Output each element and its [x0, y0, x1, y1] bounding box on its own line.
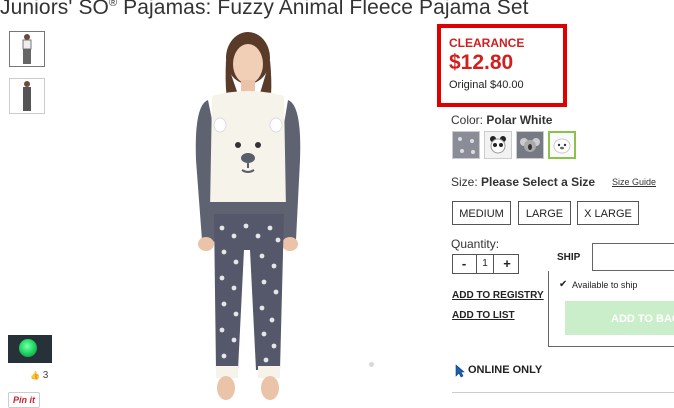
availability-text: Available to ship [572, 280, 638, 290]
swatch-gray-pattern[interactable] [452, 131, 480, 159]
status-light-icon [19, 339, 37, 357]
swatch-polar-bear[interactable] [548, 131, 576, 159]
quantity-decrease-button[interactable]: - [454, 254, 474, 274]
size-label: Size: Please Select a Size [451, 175, 596, 189]
gray-pattern-icon [453, 132, 479, 158]
quantity-label: Quantity: [451, 237, 500, 251]
thumbnail-front-image [22, 34, 32, 64]
add-to-bag-button[interactable]: ADD TO BAG [565, 301, 674, 335]
size-guide-link[interactable]: Size Guide [612, 177, 656, 187]
pinterest-button[interactable]: Pin it [8, 392, 40, 408]
thumbs-up-icon: 👍 [30, 371, 40, 380]
size-medium-button[interactable]: MEDIUM [452, 201, 511, 225]
koala-icon [517, 132, 543, 158]
panda-icon [485, 132, 511, 158]
size-xlarge-button[interactable]: X LARGE [577, 201, 639, 225]
sale-price: $12.80 [449, 51, 514, 74]
divider [452, 392, 674, 393]
tab-divider [592, 270, 674, 271]
thumbnail-back[interactable] [9, 78, 45, 114]
carousel-dot[interactable] [369, 362, 374, 367]
thumbnail-front[interactable] [9, 31, 45, 67]
like-count[interactable]: 👍 3 [30, 370, 48, 381]
product-image [195, 32, 301, 400]
online-only-label: ONLINE ONLY [468, 364, 543, 376]
swatch-koala[interactable] [516, 131, 544, 159]
size-large-button[interactable]: LARGE [518, 201, 571, 225]
tab-ship-label: SHIP [557, 252, 581, 263]
swatch-panda[interactable] [484, 131, 512, 159]
product-title: Juniors' SO® Pajamas: Fuzzy Animal Fleec… [0, 0, 529, 19]
checkmark-icon: ✔ [559, 279, 568, 290]
add-to-registry-link[interactable]: ADD TO REGISTRY [452, 290, 544, 301]
thumbnail-back-image [23, 81, 31, 111]
color-label: Color: Polar White [451, 113, 553, 127]
original-price: Original $40.00 [449, 79, 524, 91]
quantity-increase-button[interactable]: + [497, 254, 517, 274]
clearance-badge: CLEARANCE [449, 36, 525, 50]
quantity-input[interactable]: 1 [476, 254, 494, 274]
polar-bear-icon [550, 133, 574, 157]
add-to-list-link[interactable]: ADD TO LIST [452, 310, 515, 321]
cursor-icon [455, 364, 465, 378]
